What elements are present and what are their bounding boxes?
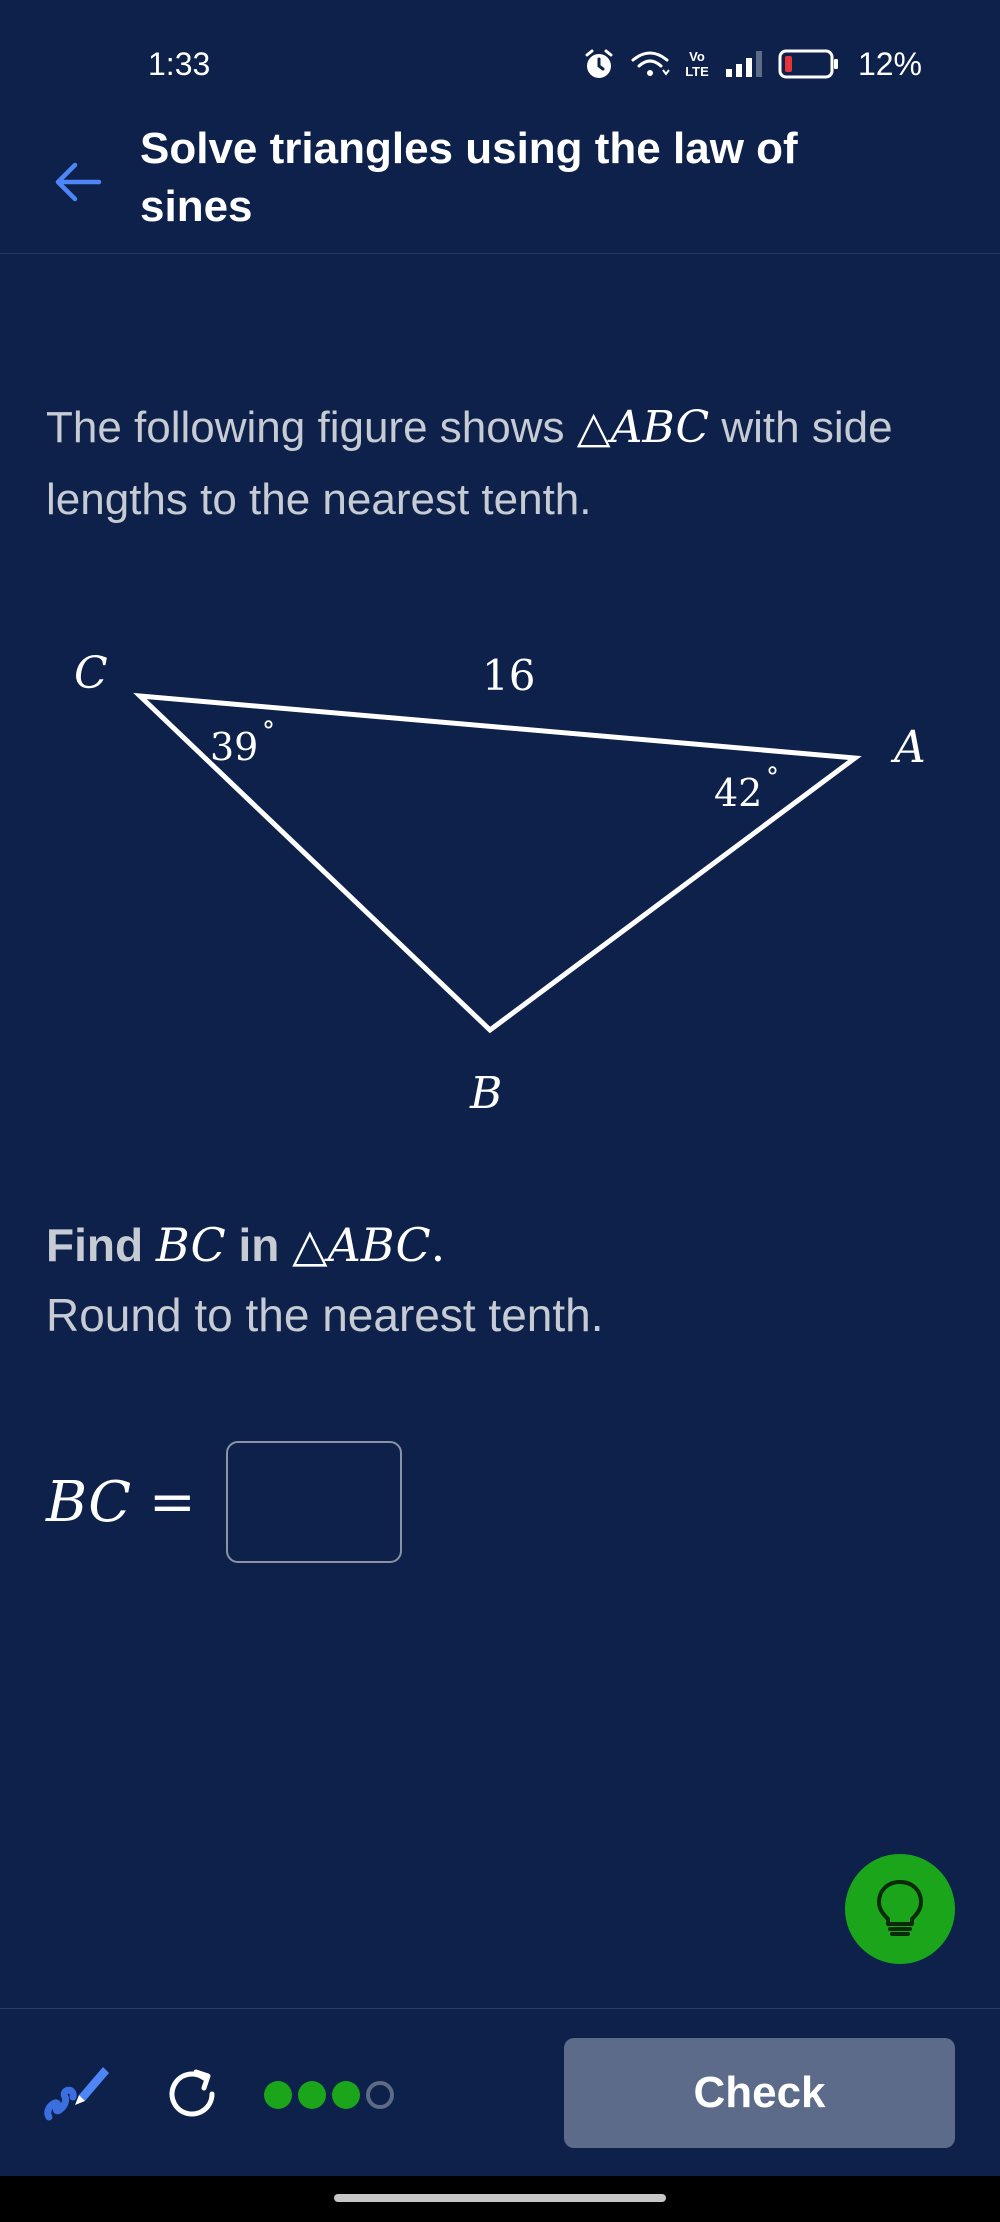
question-period: . [430,1218,446,1272]
bottom-divider [0,2008,1000,2009]
status-time: 1:33 [148,46,211,82]
problem-text: The following figure shows △ABC with sid… [46,392,966,536]
answer-row: BC = [46,1440,402,1564]
volte-top-label: Vo [689,49,705,64]
question: Find BC in △ABC. Round to the nearest te… [46,1210,966,1350]
question-line: Find BC in △ABC. [46,1210,966,1280]
question-in-label: in [238,1219,280,1271]
triangle-figure: C A B 16 39 ° 42 ° [74,648,926,1119]
progress-dot-pending [366,2081,394,2109]
progress-dots [264,2078,394,2112]
refresh-icon [169,2069,215,2117]
side-ca-length-label: 16 [482,651,535,700]
progress-dot-complete [332,2081,360,2109]
pen-scribble-icon [44,2067,109,2121]
battery-icon [778,48,840,80]
wifi-icon [630,48,670,80]
back-button[interactable] [48,152,108,212]
problem-text-before: The following figure shows [46,403,577,452]
status-icons: Vo LTE 12% [582,44,922,84]
angle-a-degree: ° [766,763,779,793]
question-triangle-name: ABC [327,1218,431,1272]
page-title: Solve triangles using the law of sines [140,124,798,231]
battery-percent: 12% [857,45,922,82]
signal-icon [724,49,764,79]
question-instruction: Round to the nearest tenth. [46,1289,604,1341]
retry-button[interactable] [152,2054,232,2134]
answer-label: BC = [46,1469,196,1535]
triangle-name: ABC [610,402,710,453]
header: Solve triangles using the law of sines [0,118,1000,254]
answer-input[interactable] [225,1441,402,1563]
scratchpad-button[interactable] [36,2054,116,2134]
arrow-left-icon [55,162,102,202]
vertex-b-label: B [469,1068,502,1119]
volte-icon: Vo LTE [684,47,710,81]
progress-dot-complete [298,2081,326,2109]
status-bar: 1:33 Vo LTE 12% [0,0,1000,130]
check-button[interactable]: Check [564,2038,955,2148]
volte-bottom-label: LTE [685,64,709,79]
question-triangle-symbol: △ [292,1218,328,1272]
vertex-c-label: C [74,648,108,699]
lightbulb-icon [877,1880,923,1936]
angle-c-degree: ° [262,717,275,747]
angle-a-label: 42 [714,771,762,815]
angle-c-label: 39 [210,725,258,769]
home-indicator[interactable] [334,2194,666,2202]
question-segment: BC [155,1218,226,1272]
hint-button[interactable] [845,1854,955,1964]
question-find-label: Find [46,1219,144,1271]
triangle-symbol: △ [576,402,611,453]
alarm-icon [582,47,616,81]
progress-dot-complete [264,2081,292,2109]
vertex-a-label: A [890,722,926,773]
